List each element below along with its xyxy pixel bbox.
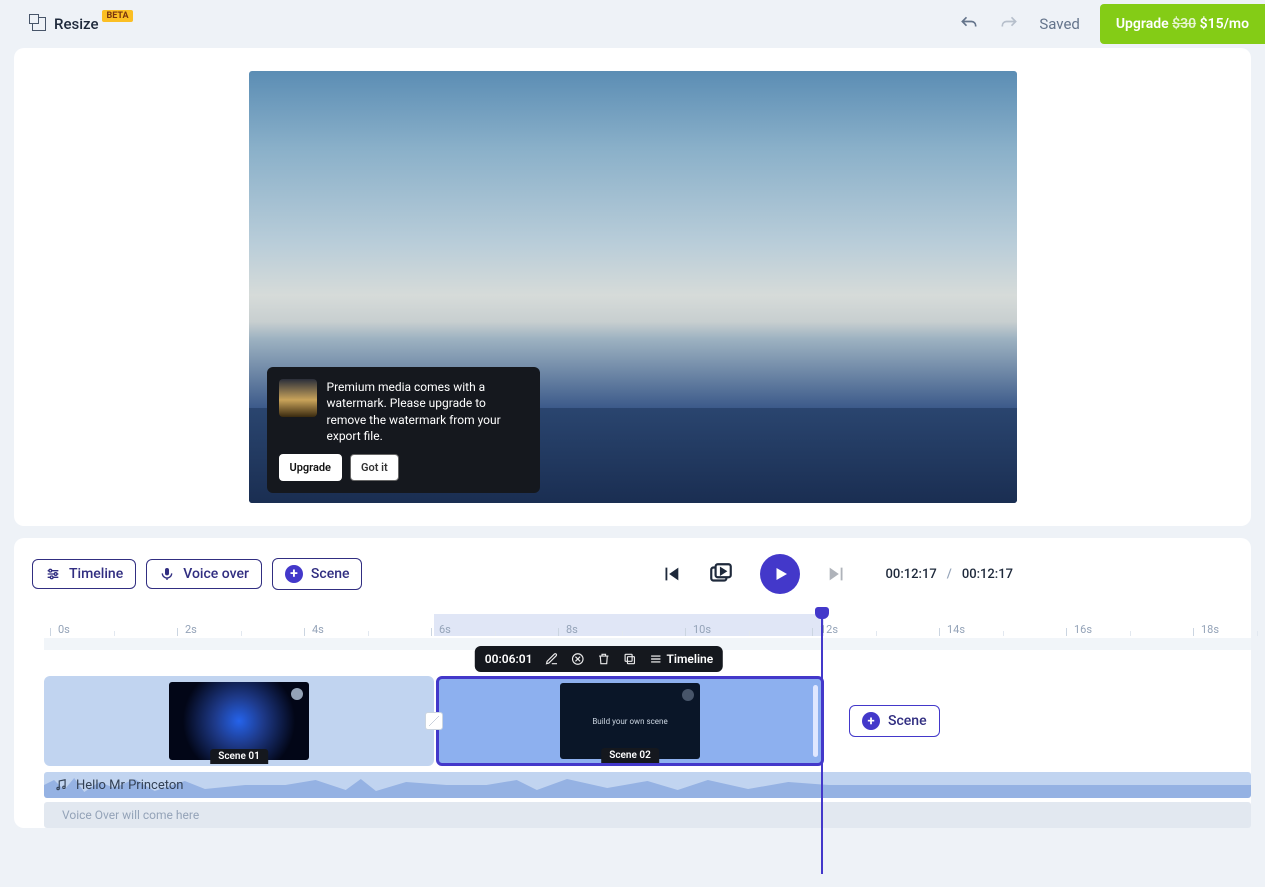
edit-duration-icon[interactable] [544,652,558,666]
total-time: 00:12:17 [962,567,1013,582]
skip-start-button[interactable] [660,563,682,585]
scene-track[interactable]: Scene 01 Build your own scene Scene 02 +… [44,676,1251,766]
time-ruler[interactable]: 0s 2s 4s 6s 8s 10s 12s 14s 16s 18s [14,614,1251,636]
waveform [44,772,1251,798]
tooltip-thumb [279,379,317,417]
timeline-button[interactable]: Timeline [32,559,136,589]
scene-resize-handle[interactable] [813,685,818,757]
tooltip-gotit-button[interactable]: Got it [350,454,399,481]
replace-icon[interactable] [570,652,584,666]
scene-1-label: Scene 01 [210,749,268,764]
plus-icon: + [285,565,303,583]
ruler-tick: 14s [939,623,965,636]
ruler-tick: 16s [1066,623,1092,636]
voiceover-placeholder: Voice Over will come here [62,808,199,822]
add-scene-button[interactable]: + Scene [849,705,940,737]
play-current-scene-button[interactable] [708,561,734,587]
current-time: 00:12:17 [886,567,937,582]
scene-context-toolbar: 00:06:01 Timeline [475,646,723,672]
scene-badge-icon [291,688,303,700]
ruler-selection [434,614,824,636]
video-preview[interactable]: Premium media comes with a watermark. Pl… [249,71,1017,503]
transition-button[interactable] [425,712,443,730]
tooltip-text: Premium media comes with a watermark. Pl… [327,379,528,444]
voiceover-button[interactable]: Voice over [146,559,262,589]
scene-duration: 00:06:01 [485,652,533,666]
duplicate-icon[interactable] [622,652,636,666]
tooltip-upgrade-button[interactable]: Upgrade [279,454,342,481]
playhead[interactable] [821,614,823,874]
scene-timeline-button[interactable]: Timeline [648,652,713,666]
scene-block-1[interactable]: Scene 01 [44,676,434,766]
timeline-panel: Timeline Voice over + Scene 00:12:17 / 0… [14,538,1251,828]
resize-label: Resize [54,15,98,33]
beta-badge: BETA [102,10,132,22]
ruler-tick: 2s [177,623,197,636]
redo-button[interactable] [999,14,1019,34]
preview-panel: Premium media comes with a watermark. Pl… [14,48,1251,526]
skip-end-button[interactable] [826,563,848,585]
ruler-tick: 8s [558,623,578,636]
plus-icon: + [862,712,880,730]
scene-block-2[interactable]: Build your own scene Scene 02 [436,676,824,766]
upgrade-button[interactable]: Upgrade $30 $15/mo [1100,4,1265,44]
resize-button[interactable]: Resize BETA [32,15,133,33]
scene-2-thumb-text: Build your own scene [592,717,667,726]
scene-badge-icon [682,689,694,701]
add-scene-top-button[interactable]: + Scene [272,558,363,590]
undo-button[interactable] [959,14,979,34]
ruler-tick: 18s [1193,623,1219,636]
ruler-tick: 4s [304,623,324,636]
ruler-tick: 12s [812,623,838,636]
ruler-tick: 0s [50,623,70,636]
audio-track[interactable]: Hello Mr Princeton [44,772,1251,798]
music-note-icon [54,778,68,792]
audio-track-label: Hello Mr Princeton [76,778,183,793]
save-status: Saved [1039,15,1080,33]
time-separator: / [947,567,952,582]
ruler-tick: 6s [431,623,451,636]
play-button[interactable] [760,554,800,594]
ruler-tick: 10s [685,623,711,636]
scene-2-label: Scene 02 [601,748,659,763]
watermark-tooltip: Premium media comes with a watermark. Pl… [267,367,540,493]
voiceover-track[interactable]: Voice Over will come here [44,802,1251,828]
delete-icon[interactable] [596,652,610,666]
resize-icon [32,17,46,31]
